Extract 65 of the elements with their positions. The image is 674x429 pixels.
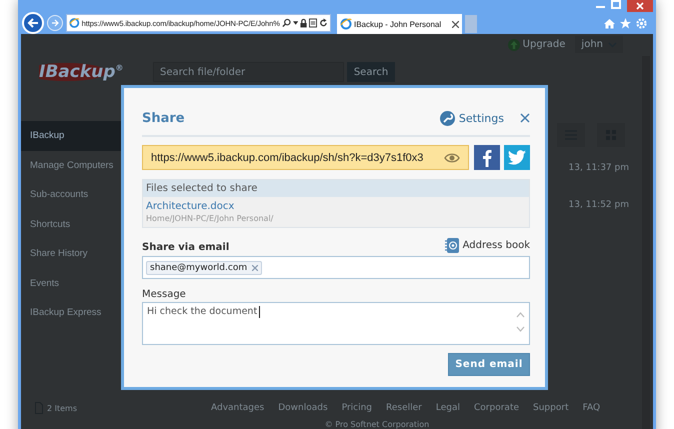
back-button[interactable] [22,12,44,34]
footer-link[interactable]: Legal [436,403,460,413]
search-button[interactable]: Search [347,62,395,82]
lock-icon[interactable] [300,18,308,28]
browser-logo-icon [69,17,80,29]
message-field[interactable]: Hi check the document [142,302,530,345]
close-icon [636,2,644,10]
facebook-icon [482,148,492,166]
maximize-icon[interactable] [611,0,621,9]
footer-link[interactable]: FAQ [582,403,600,413]
user-menu[interactable]: john [575,36,623,53]
footer-link[interactable]: Advantages [211,403,264,413]
twitter-share-button[interactable] [504,145,530,170]
sidebar-item[interactable]: Shortcuts [21,210,125,239]
search-field[interactable]: Search file/folder [153,62,344,82]
email-field[interactable]: shane@myworld.com [142,256,530,279]
message-label: Message [142,289,187,300]
sidebar-item[interactable]: Events [21,268,125,298]
footer-link[interactable]: Reseller [386,403,422,413]
file-link[interactable]: Architecture.docx [146,201,234,212]
search-icon[interactable] [282,18,291,28]
eye-icon[interactable] [444,152,460,162]
twitter-icon [508,150,526,165]
address-book-button[interactable]: Address book [444,238,530,253]
modified-date: 13, 11:37 pm [568,162,629,172]
close-window-button[interactable] [627,0,653,12]
dropdown-caret-icon[interactable] [292,21,298,25]
arrow-right-icon [51,19,59,27]
address-book-icon [444,238,459,253]
footer-link[interactable]: Downloads [278,403,328,413]
footer-link[interactable]: Corporate [474,403,520,413]
scroll-down-icon[interactable] [516,326,525,332]
forward-button[interactable] [47,15,63,31]
share-link-field[interactable]: https://www5.ibackup.com/ibackup/sh/sh?k=d3y7s1f0x3 [142,145,469,170]
sidebar-item[interactable]: Share History [21,239,125,268]
footer-link[interactable]: Pricing [342,403,372,413]
close-icon[interactable] [452,20,459,28]
browser-logo-icon [340,18,352,30]
item-count: 2 Items [47,404,78,412]
scroll-up-icon[interactable] [516,312,525,318]
star-icon[interactable] [620,18,631,28]
settings-icon[interactable] [636,18,647,28]
browser-tab[interactable]: IBackup - John Personal [337,14,462,34]
panel-heading: Files selected to share [146,183,258,194]
sidebar-item[interactable]: Manage Computers [21,150,125,180]
copyright-text: © Pro Softnet Corporation [324,420,430,429]
remove-icon[interactable] [252,264,258,270]
arrow-up-icon [508,38,520,50]
arrow-left-icon [27,17,39,29]
upgrade-button[interactable]: Upgrade [508,38,566,50]
close-button[interactable] [520,113,530,123]
recipient-tag: shane@myworld.com [146,260,262,274]
refresh-icon[interactable] [319,18,328,28]
send-email-button[interactable]: Send email [448,353,530,376]
sidebar-item[interactable]: IBackup Express [21,298,125,328]
modified-date: 13, 11:52 pm [568,200,629,210]
facebook-share-button[interactable] [474,145,500,170]
file-path: Home/JOHN-PC/E/John Personal/ [146,214,274,223]
settings-button[interactable]: Settings [440,110,504,126]
wrench-icon [440,110,455,126]
dialog-title: Share [142,110,186,126]
home-icon[interactable] [604,18,615,28]
email-label: Share via email [142,242,230,253]
footer-link[interactable]: Support [533,403,569,413]
sidebar-item[interactable]: Sub-accounts [21,180,125,210]
